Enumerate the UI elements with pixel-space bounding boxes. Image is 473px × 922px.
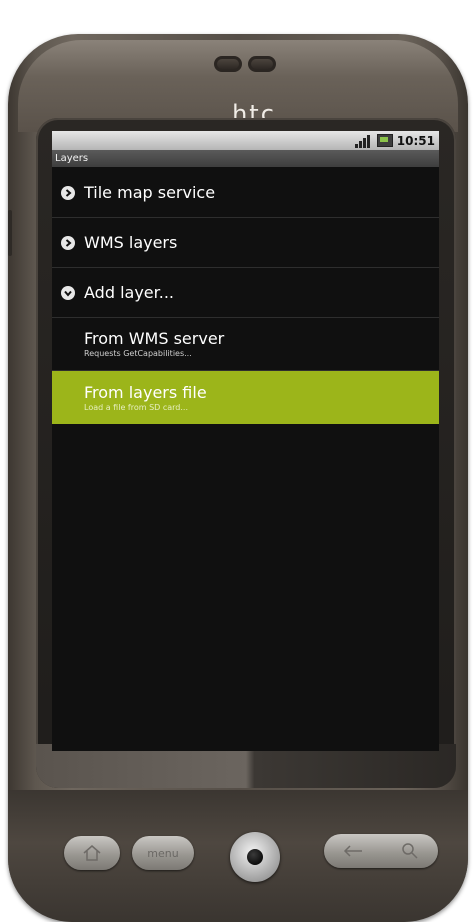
list-item-wms-layers[interactable]: WMS layers <box>52 218 439 268</box>
search-icon[interactable] <box>400 841 420 861</box>
back-icon[interactable] <box>342 844 364 858</box>
menu-label: menu <box>147 846 179 860</box>
sub-item-desc: Load a file from SD card... <box>84 402 189 412</box>
chevron-right-icon <box>61 235 75 250</box>
screen: 10:51 Layers Tile map service WMS layers… <box>52 131 439 751</box>
trackball[interactable] <box>230 832 280 882</box>
list-item-label: Add layer... <box>84 283 174 302</box>
list-item-label: WMS layers <box>84 233 178 252</box>
sub-item-label: From WMS server <box>84 329 225 348</box>
home-icon <box>83 845 101 861</box>
list-item-label: Tile map service <box>84 183 216 202</box>
sub-item-label: From layers file <box>84 382 207 402</box>
back-search-rocker[interactable] <box>324 834 438 868</box>
status-time: 10:51 <box>396 133 435 148</box>
battery-icon <box>376 134 393 147</box>
status-bar: 10:51 <box>52 131 439 150</box>
layers-list: Tile map service WMS layers Add layer...… <box>52 168 439 424</box>
chevron-down-icon <box>61 285 75 300</box>
app-title: Layers <box>52 150 439 167</box>
volume-key[interactable] <box>8 210 12 256</box>
menu-button[interactable]: menu <box>132 836 194 870</box>
sub-item-from-layers-file[interactable]: From layers file Load a file from SD car… <box>52 371 439 424</box>
signal-icon <box>354 134 373 148</box>
list-item-add-layer[interactable]: Add layer... <box>52 268 439 318</box>
sub-item-desc: Requests GetCapabilities... <box>84 349 192 358</box>
earpiece-speaker <box>214 56 276 72</box>
chevron-right-icon <box>61 185 75 200</box>
home-button[interactable] <box>64 836 120 870</box>
trackball-ball <box>247 849 263 865</box>
list-item-tile-map-service[interactable]: Tile map service <box>52 168 439 218</box>
sub-item-from-wms-server[interactable]: From WMS server Requests GetCapabilities… <box>52 318 439 371</box>
